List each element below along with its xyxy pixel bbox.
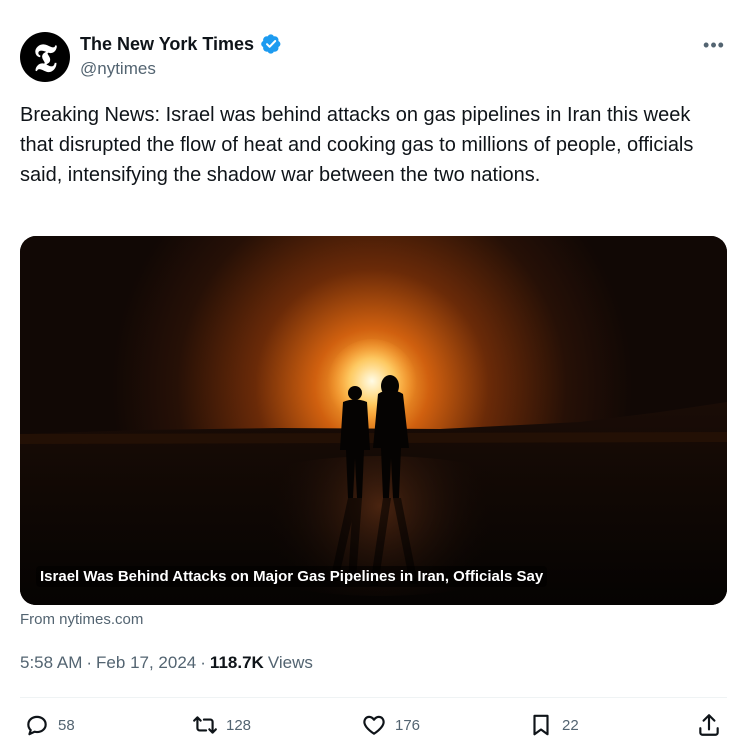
- share-button[interactable]: [696, 712, 722, 738]
- like-count: 176: [395, 716, 421, 734]
- retweet-count: 128: [226, 716, 252, 734]
- bookmark-button[interactable]: 22: [528, 712, 579, 738]
- nyt-logo-icon: 𝕿: [33, 35, 57, 80]
- share-icon: [699, 714, 719, 736]
- action-bar: 58 128 176 22: [20, 712, 727, 742]
- author-handle[interactable]: @nytimes: [80, 59, 156, 79]
- link-card-source[interactable]: From nytimes.com: [20, 611, 143, 628]
- retweet-icon: [193, 716, 217, 734]
- verified-badge-icon: [261, 34, 281, 54]
- tweet-text: Breaking News: Israel was behind attacks…: [20, 104, 694, 186]
- meta-separator: ·: [86, 653, 93, 672]
- like-button[interactable]: 176: [361, 712, 420, 738]
- author-name-row: The New York Times: [80, 33, 282, 55]
- author-display-name[interactable]: The New York Times: [80, 34, 254, 55]
- tweet-meta: 5:58 AM · Feb 17, 2024 · 118.7K Views: [20, 653, 313, 673]
- views-label: Views: [267, 653, 313, 672]
- bookmark-icon: [533, 714, 549, 736]
- link-card[interactable]: Israel Was Behind Attacks on Major Gas P…: [20, 236, 727, 605]
- avatar[interactable]: 𝕿: [20, 32, 70, 82]
- divider: [20, 697, 727, 698]
- bookmark-count: 22: [562, 716, 579, 734]
- retweet-button[interactable]: 128: [192, 712, 251, 738]
- reply-button[interactable]: 58: [24, 712, 75, 738]
- tweet-date[interactable]: Feb 17, 2024: [96, 653, 196, 673]
- link-card-title: Israel Was Behind Attacks on Major Gas P…: [36, 566, 548, 587]
- heart-icon: [363, 715, 385, 735]
- fire-night-image: [20, 236, 727, 605]
- more-options-icon[interactable]: •••: [703, 34, 725, 56]
- tweet-time[interactable]: 5:58 AM: [20, 653, 82, 673]
- tweet: 𝕿 The New York Times @nytimes ••• Breaki…: [0, 0, 747, 756]
- meta-separator: ·: [200, 653, 206, 672]
- views-count[interactable]: 118.7K: [210, 653, 264, 673]
- reply-icon: [27, 715, 47, 736]
- reply-count: 58: [58, 716, 75, 734]
